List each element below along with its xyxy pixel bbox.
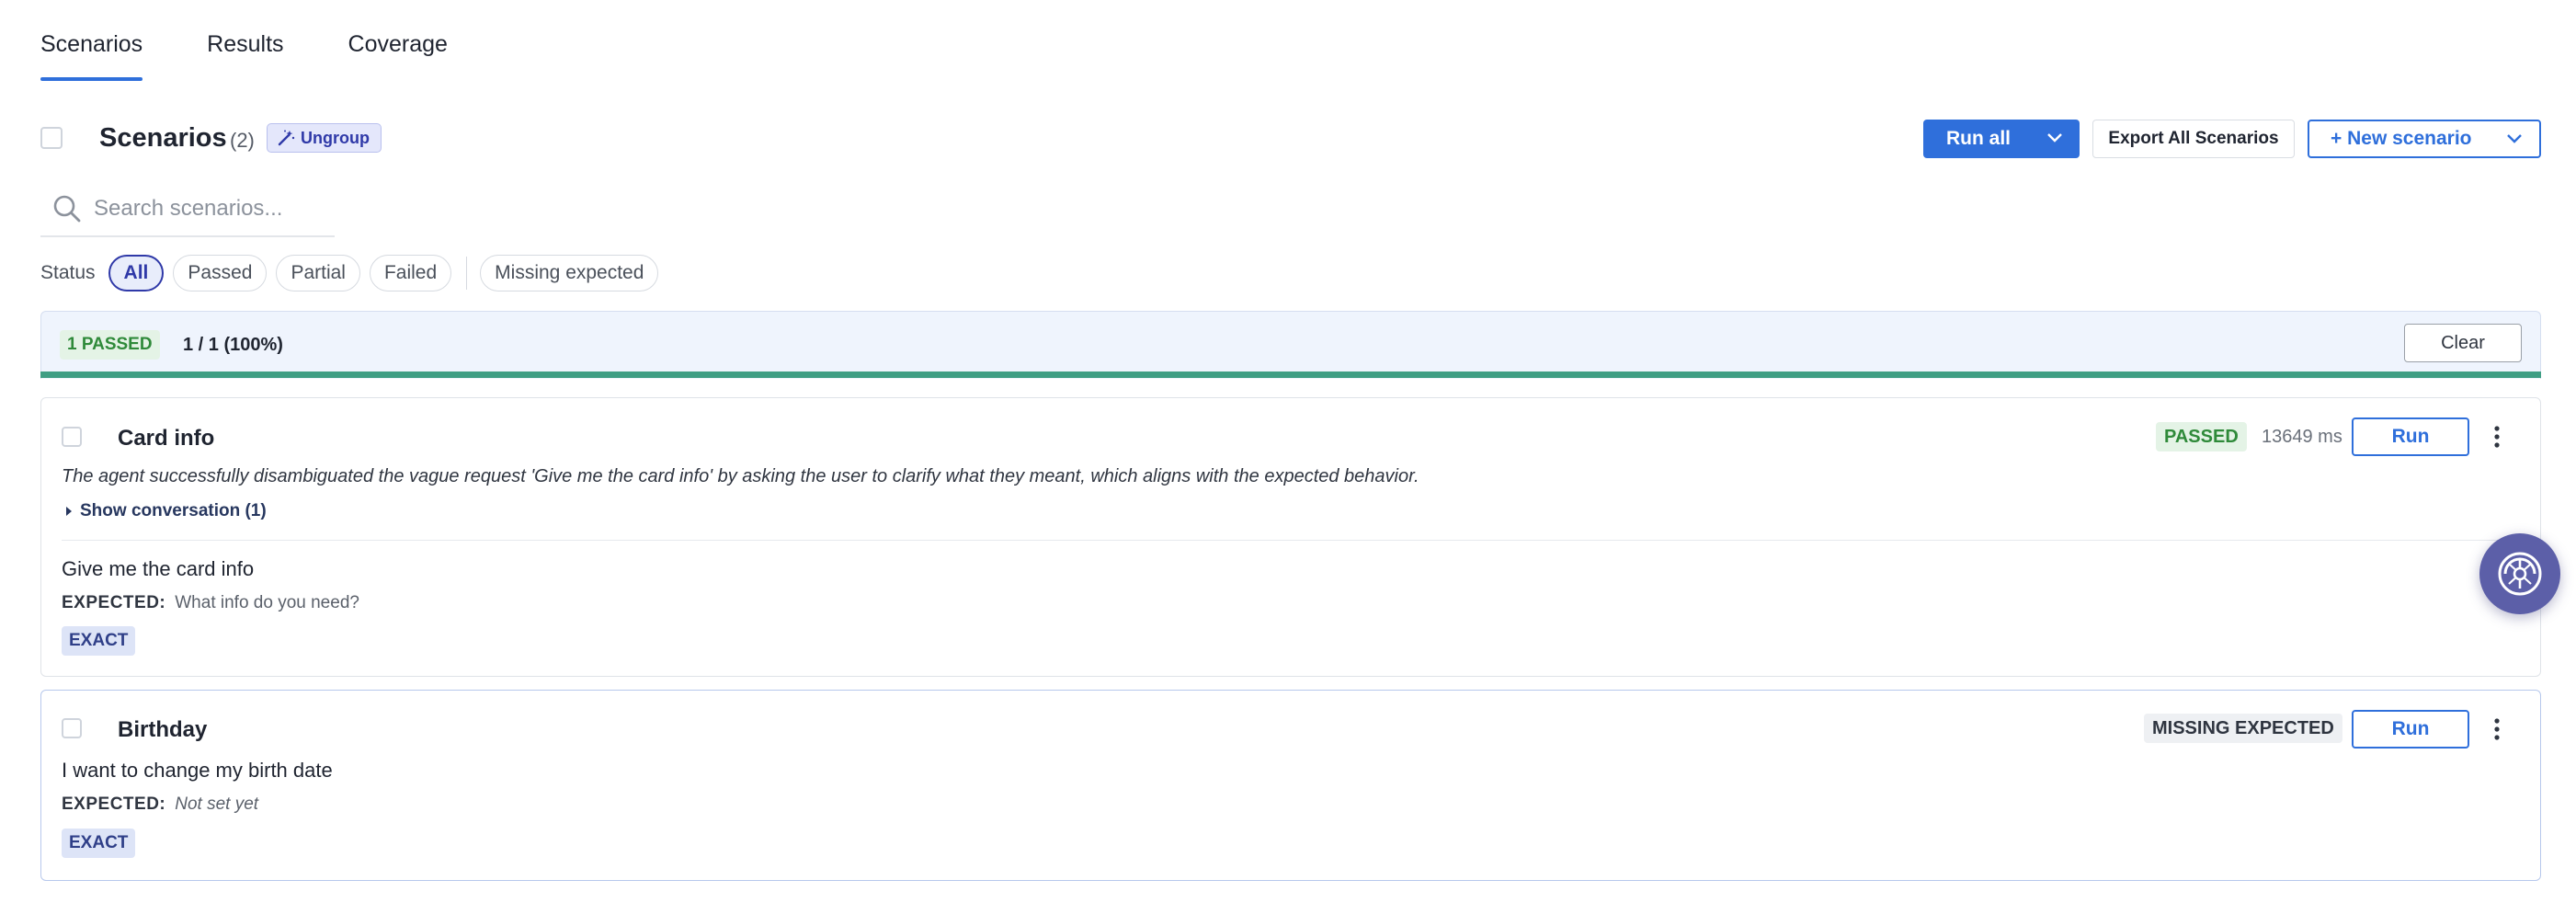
passed-count-badge: 1 PASSED: [60, 330, 160, 360]
expected-value: What info do you need?: [175, 593, 359, 612]
kebab-menu-icon[interactable]: [2491, 424, 2502, 450]
search-box: [40, 182, 335, 237]
filter-partial[interactable]: Partial: [276, 255, 360, 291]
run-button[interactable]: Run: [2352, 710, 2469, 749]
filter-missing-expected[interactable]: Missing expected: [480, 255, 659, 291]
run-all-label: Run all: [1946, 128, 2012, 149]
caret-right-icon: [66, 507, 72, 516]
status-badge: MISSING EXPECTED: [2144, 714, 2342, 743]
expected-value: Not set yet: [175, 794, 259, 814]
kebab-menu-icon[interactable]: [2491, 716, 2502, 742]
status-filter-bar: Status All Passed Partial Failed Missing…: [40, 254, 667, 292]
assistant-logo-icon: [2498, 552, 2542, 596]
ungroup-button[interactable]: Ungroup: [267, 123, 382, 153]
scenario-checkbox[interactable]: [62, 718, 82, 738]
match-type-badge: EXACT: [62, 829, 136, 858]
chevron-down-icon[interactable]: [2506, 132, 2523, 145]
filter-failed[interactable]: Failed: [369, 255, 452, 291]
new-scenario-label: + New scenario: [2331, 128, 2472, 149]
expected-row: EXPECTED: Not set yet: [62, 794, 258, 815]
show-conversation-label: Show conversation (1): [80, 501, 267, 520]
scenario-title: Card info: [118, 426, 215, 451]
scenario-card: Card info PASSED 13649 ms Run The agent …: [40, 397, 2541, 677]
duration-label: 13649 ms: [2262, 427, 2342, 447]
scenario-title: Birthday: [118, 717, 208, 742]
status-label: Status: [40, 262, 96, 283]
select-all-checkbox[interactable]: [40, 127, 63, 149]
page-title: Scenarios: [99, 123, 227, 153]
pass-ratio: 1 / 1 (100%): [183, 335, 283, 355]
tab-results[interactable]: Results: [207, 0, 283, 81]
match-type-badge: EXACT: [62, 626, 136, 656]
filter-all[interactable]: All: [108, 255, 165, 291]
status-badge: PASSED: [2156, 422, 2247, 452]
run-button[interactable]: Run: [2352, 417, 2469, 456]
chevron-down-icon[interactable]: [2046, 131, 2063, 144]
new-scenario-button[interactable]: + New scenario: [2308, 120, 2541, 158]
filter-passed[interactable]: Passed: [173, 255, 268, 291]
run-all-button[interactable]: Run all: [1923, 120, 2080, 158]
scenario-prompt: Give me the card info: [62, 557, 255, 580]
assistant-button[interactable]: [2479, 533, 2560, 614]
scenario-card: Birthday MISSING EXPECTED Run I want to …: [40, 690, 2541, 881]
tab-bar: Scenarios Results Coverage: [40, 0, 512, 81]
scenario-checkbox[interactable]: [62, 427, 82, 447]
search-icon: [53, 195, 81, 223]
tab-scenarios[interactable]: Scenarios: [40, 0, 143, 81]
card-divider: [62, 540, 2540, 541]
magic-wand-icon: [278, 130, 295, 146]
results-summary-bar: 1 PASSED 1 / 1 (100%) Clear: [40, 311, 2541, 379]
tab-coverage[interactable]: Coverage: [348, 0, 448, 81]
progress-bar: [40, 371, 2541, 378]
filter-divider: [466, 257, 468, 290]
search-input[interactable]: [94, 196, 333, 222]
export-all-button[interactable]: Export All Scenarios: [2092, 120, 2295, 158]
clear-button[interactable]: Clear: [2404, 324, 2522, 362]
expected-label: EXPECTED:: [62, 593, 166, 612]
expected-row: EXPECTED: What info do you need?: [62, 593, 359, 613]
expected-label: EXPECTED:: [62, 794, 166, 814]
scenario-prompt: I want to change my birth date: [62, 759, 333, 782]
show-conversation-toggle[interactable]: Show conversation (1): [65, 501, 267, 521]
scenario-count: (2): [230, 129, 255, 152]
result-summary: The agent successfully disambiguated the…: [62, 466, 1419, 486]
ungroup-label: Ungroup: [301, 128, 370, 147]
